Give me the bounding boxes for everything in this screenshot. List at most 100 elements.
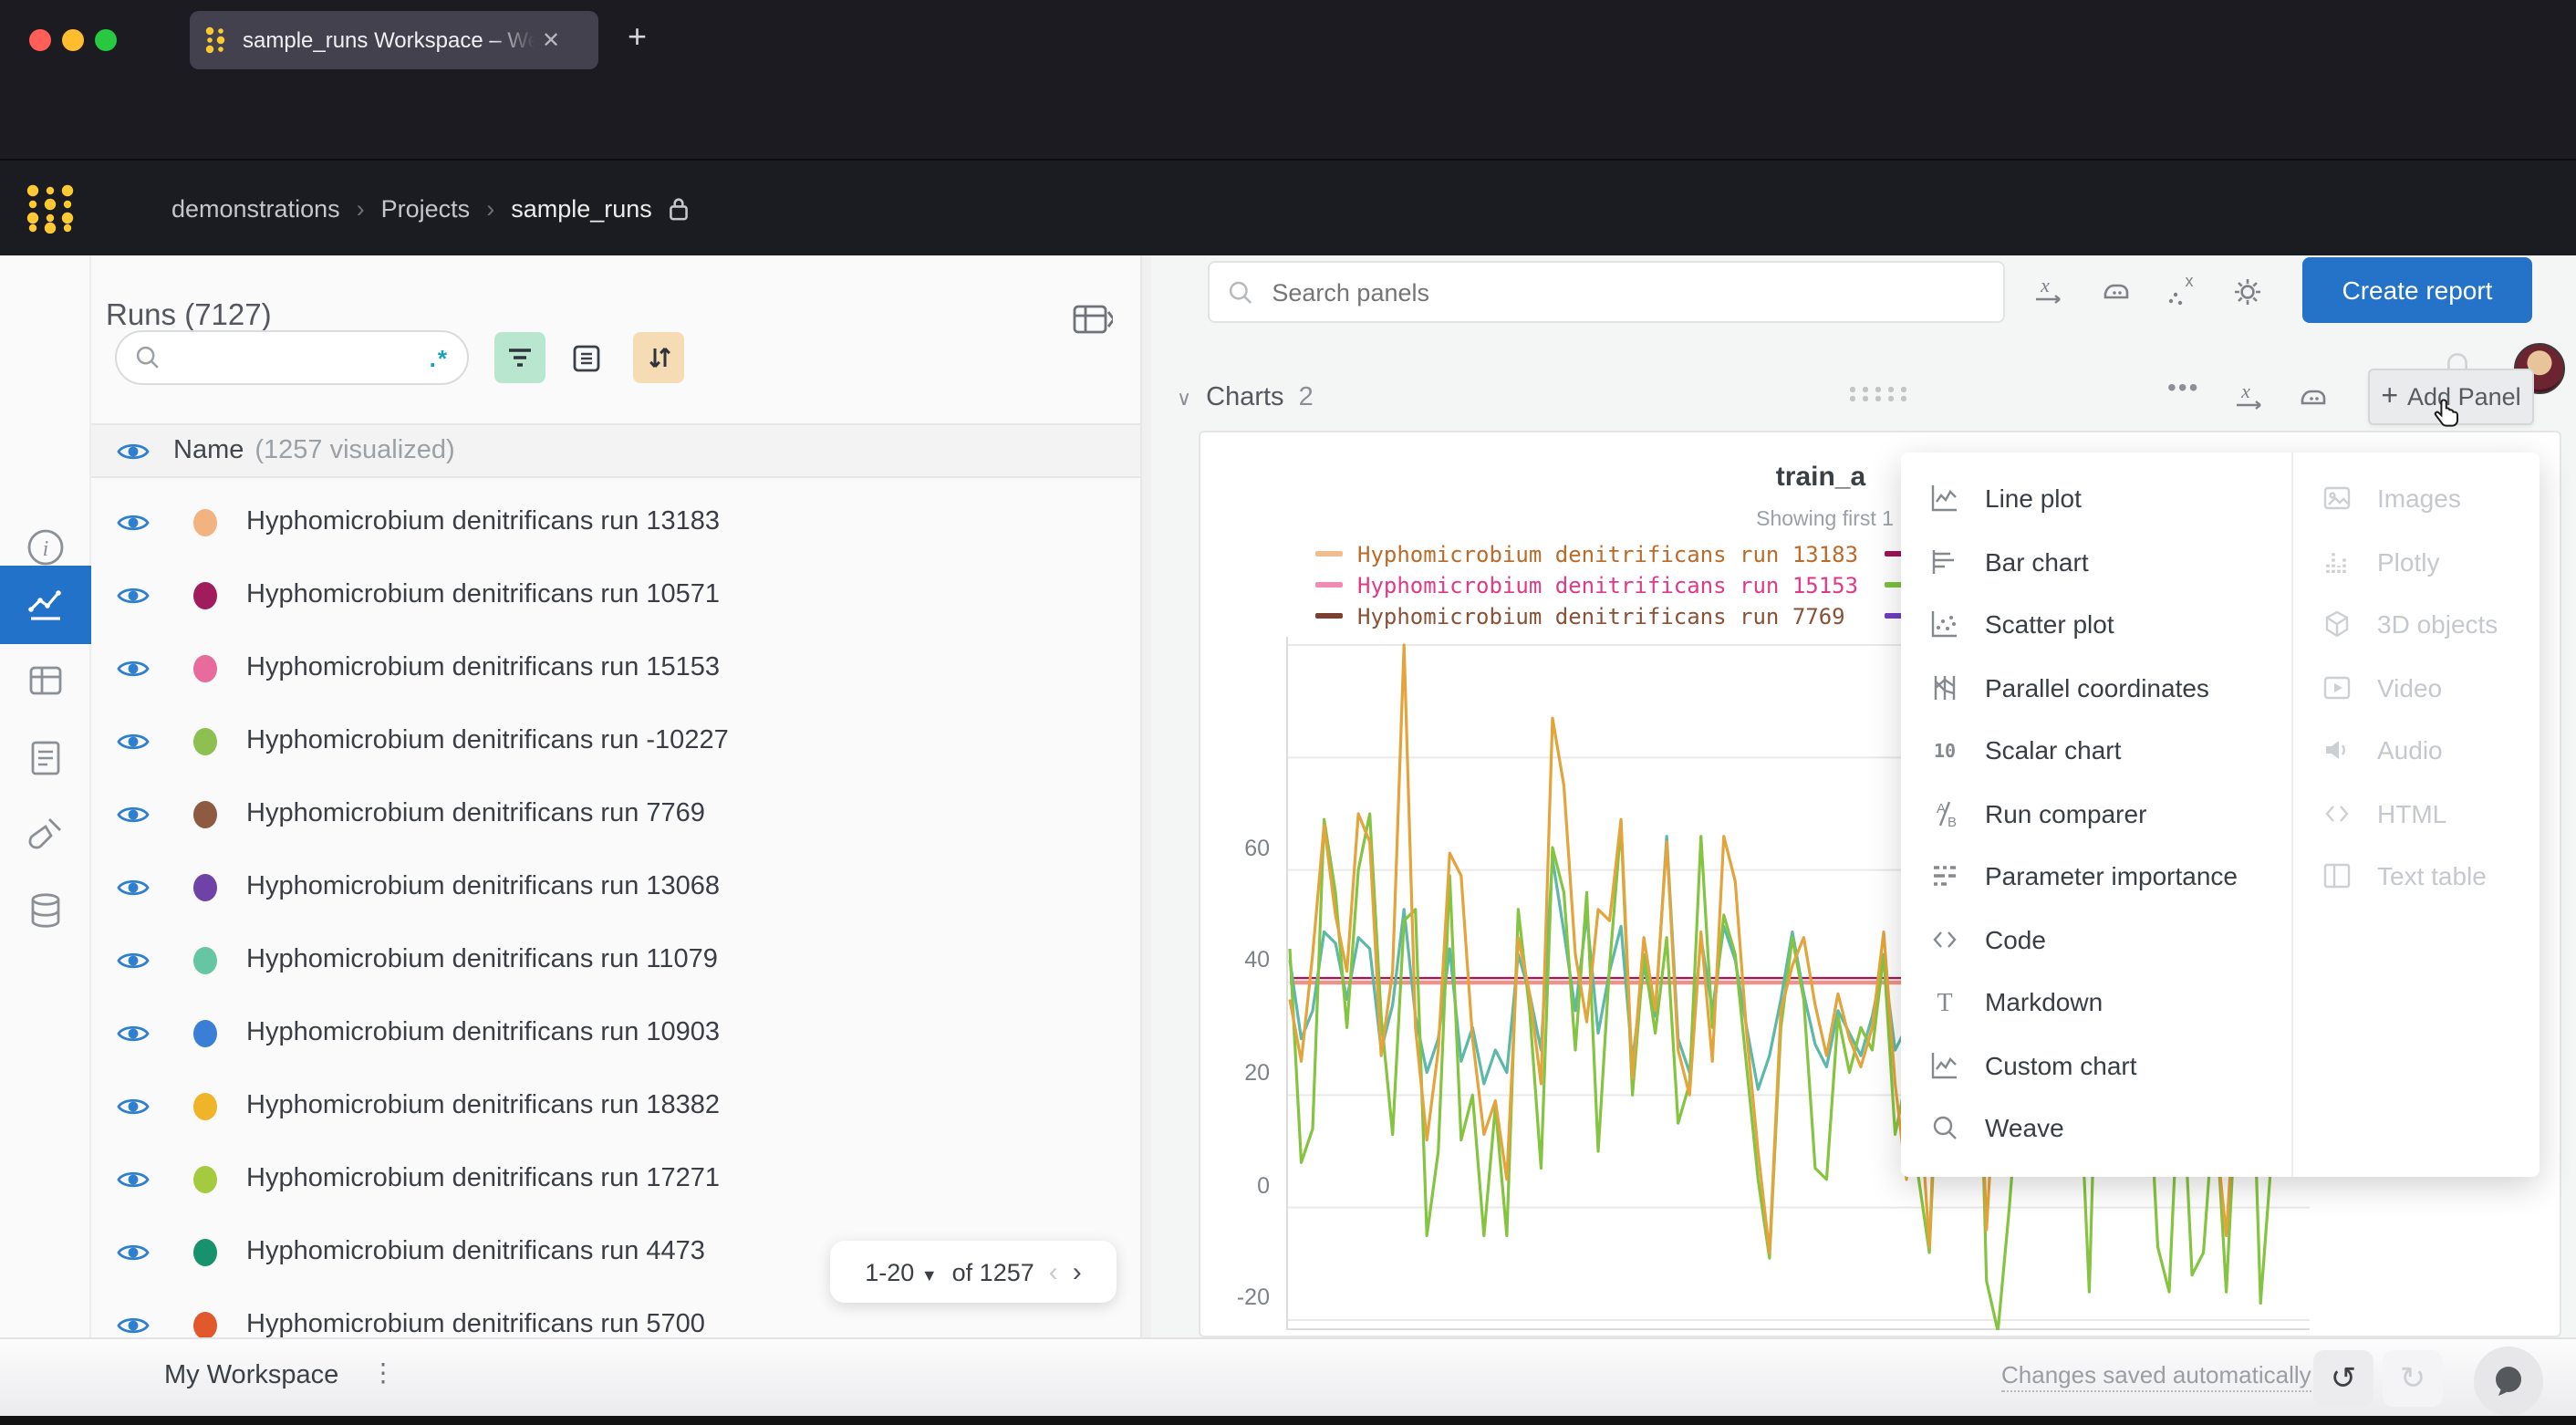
pagination-control[interactable]: 1-20 ▼ of 1257 ‹ › — [830, 1241, 1117, 1303]
filter-button[interactable] — [494, 332, 545, 383]
run-row[interactable]: Hyphomicrobium denitrificans run 13183 — [91, 485, 1140, 558]
visibility-eye-icon[interactable] — [117, 510, 150, 534]
menu-item-parameter-importance[interactable]: Parameter importance — [1901, 845, 2291, 908]
run-row[interactable]: Hyphomicrobium denitrificans run 10571 — [91, 558, 1140, 631]
mouse-cursor-hand — [2432, 398, 2463, 432]
runs-search-input[interactable] — [171, 342, 390, 373]
window-minimize-button[interactable] — [62, 29, 84, 51]
sweeps-broom-icon[interactable] — [24, 812, 68, 856]
section-iron-icon[interactable] — [2295, 380, 2332, 416]
workspace-name-label[interactable]: My Workspace — [164, 1361, 338, 1390]
runs-table-header[interactable]: Name (1257 visualized) — [91, 423, 1140, 478]
breadcrumb-item[interactable]: sample_runs — [511, 194, 652, 222]
menu-item-scatter-plot[interactable]: Scatter plot — [1901, 593, 2291, 656]
breadcrumb-item[interactable]: demonstrations — [171, 194, 340, 222]
legend-entry[interactable]: Hyphomicrobium denitrificans run 15153 — [1315, 569, 1858, 600]
run-row[interactable]: Hyphomicrobium denitrificans run -10227 — [91, 704, 1140, 777]
drag-handle-dots[interactable] — [1850, 387, 1914, 405]
runs-scrollbar[interactable] — [1140, 255, 1151, 1337]
run-name-label[interactable]: Hyphomicrobium denitrificans run 13183 — [246, 507, 720, 536]
redo-button[interactable]: ↻ — [2383, 1350, 2443, 1407]
overview-info-icon[interactable]: i — [24, 525, 68, 569]
visibility-eye-icon[interactable] — [117, 1094, 150, 1118]
run-name-label[interactable]: Hyphomicrobium denitrificans run 17271 — [246, 1164, 720, 1193]
tab-close-icon[interactable]: ✕ — [542, 27, 560, 53]
menu-item-scalar-chart[interactable]: 10Scalar chart — [1901, 719, 2291, 782]
run-name-label[interactable]: Hyphomicrobium denitrificans run 7769 — [246, 799, 705, 828]
visibility-eye-icon[interactable] — [117, 1021, 150, 1045]
window-close-button[interactable] — [29, 29, 51, 51]
run-name-label[interactable]: Hyphomicrobium denitrificans run 13068 — [246, 872, 720, 901]
run-name-label[interactable]: Hyphomicrobium denitrificans run 10571 — [246, 580, 720, 609]
visibility-eye-icon[interactable] — [117, 583, 150, 607]
run-name-label[interactable]: Hyphomicrobium denitrificans run 15153 — [246, 653, 720, 682]
run-row[interactable]: Hyphomicrobium denitrificans run 15153 — [91, 631, 1140, 704]
sort-button[interactable] — [633, 332, 684, 383]
menu-item-parallel-coordinates[interactable]: Parallel coordinates — [1901, 656, 2291, 719]
run-name-label[interactable]: Hyphomicrobium denitrificans run 4473 — [246, 1237, 705, 1266]
menu-item-line-plot[interactable]: Line plot — [1901, 467, 2291, 530]
new-tab-button[interactable]: + — [628, 18, 647, 57]
run-row[interactable]: Hyphomicrobium denitrificans run 13068 — [91, 850, 1140, 923]
visibility-eye-icon[interactable] — [117, 1240, 150, 1264]
search-panels-box[interactable] — [1208, 261, 2005, 323]
run-row[interactable]: Hyphomicrobium denitrificans run 11079 — [91, 923, 1140, 996]
run-name-label[interactable]: Hyphomicrobium denitrificans run 18382 — [246, 1091, 720, 1120]
search-panels-input[interactable] — [1268, 276, 1985, 307]
regex-toggle-icon[interactable]: .* — [430, 344, 449, 371]
logs-clipboard-icon[interactable] — [24, 735, 68, 779]
menu-item-run-comparer[interactable]: ABRun comparer — [1901, 782, 2291, 845]
visibility-eye-icon[interactable] — [117, 656, 150, 680]
run-row[interactable]: Hyphomicrobium denitrificans run 18382 — [91, 1069, 1140, 1142]
visibility-eye-icon[interactable] — [117, 1313, 150, 1337]
workspace-chart-icon[interactable] — [24, 584, 68, 628]
run-row[interactable]: Hyphomicrobium denitrificans run 7769 — [91, 777, 1140, 850]
wandb-logo[interactable] — [26, 184, 75, 234]
undo-button[interactable]: ↺ — [2313, 1350, 2373, 1407]
runs-table-icon[interactable] — [24, 659, 68, 702]
artifacts-database-icon[interactable] — [24, 889, 68, 932]
visibility-eye-icon[interactable] — [117, 1167, 150, 1191]
window-zoom-button[interactable] — [95, 29, 117, 51]
run-row[interactable]: Hyphomicrobium denitrificans run 10903 — [91, 996, 1140, 1069]
run-name-label[interactable]: Hyphomicrobium denitrificans run 11079 — [246, 945, 718, 974]
section-x-axis-icon[interactable]: x — [2233, 380, 2270, 416]
prev-page-icon[interactable]: ‹ — [1049, 1256, 1058, 1287]
pagination-range[interactable]: 1-20 ▼ — [865, 1258, 937, 1285]
expand-table-button[interactable] — [1073, 303, 1113, 336]
x-axis-settings-icon[interactable]: x — [2032, 274, 2069, 310]
run-name-label[interactable]: Hyphomicrobium denitrificans run 10903 — [246, 1018, 720, 1047]
menu-item-weave[interactable]: Weave — [1901, 1097, 2291, 1160]
visibility-eye-icon[interactable] — [117, 729, 150, 753]
section-more-menu-icon[interactable]: ••• — [2167, 372, 2199, 401]
menu-item-markdown[interactable]: TMarkdown — [1901, 971, 2291, 1034]
breadcrumb-item[interactable]: Projects — [381, 194, 471, 222]
run-name-label[interactable]: Hyphomicrobium denitrificans run 5700 — [246, 1310, 705, 1337]
charts-section-label[interactable]: Charts — [1206, 383, 1283, 412]
create-report-button[interactable]: Create report — [2302, 257, 2532, 323]
legend-entry[interactable]: Hyphomicrobium denitrificans run 13183 — [1315, 538, 1858, 569]
menu-item-bar-chart[interactable]: Bar chart — [1901, 530, 2291, 593]
visibility-eye-icon[interactable] — [117, 948, 150, 972]
run-name-label[interactable]: Hyphomicrobium denitrificans run -10227 — [246, 726, 729, 755]
outliers-icon[interactable]: x — [2164, 274, 2200, 310]
visibility-eye-icon[interactable] — [117, 875, 150, 899]
menu-item-audio: Audio — [2293, 719, 2540, 782]
settings-gear-icon[interactable] — [2229, 274, 2266, 310]
run-comparer-icon: AB — [1928, 797, 1961, 830]
run-row[interactable]: Hyphomicrobium denitrificans run 17271 — [91, 1142, 1140, 1215]
next-page-icon[interactable]: › — [1073, 1256, 1082, 1287]
menu-item-code[interactable]: Code — [1901, 908, 2291, 971]
chat-support-button[interactable] — [2474, 1347, 2543, 1416]
menu-item-custom-chart[interactable]: Custom chart — [1901, 1034, 2291, 1097]
collapse-chevron-icon[interactable]: ∨ — [1177, 386, 1191, 410]
legend-entry[interactable]: Hyphomicrobium denitrificans run 7769 — [1315, 600, 1858, 631]
visibility-eye-icon[interactable] — [117, 802, 150, 826]
runs-search-box[interactable]: .* — [115, 330, 469, 385]
breadcrumb: demonstrations›Projects›sample_runs — [171, 194, 691, 222]
smoothing-iron-icon[interactable] — [2098, 274, 2135, 310]
group-list-button[interactable] — [560, 332, 611, 383]
workspace-kebab-menu-icon[interactable]: ⋮ — [370, 1357, 396, 1389]
visibility-eye-icon[interactable] — [117, 439, 150, 463]
browser-tab[interactable]: sample_runs Workspace – Weig ✕ — [190, 11, 598, 69]
